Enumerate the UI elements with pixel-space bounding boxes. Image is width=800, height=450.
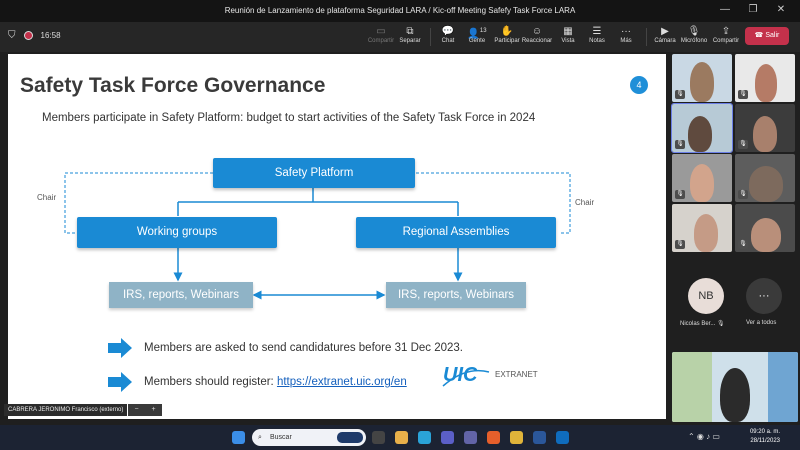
more-icon: ··· <box>758 290 770 302</box>
minimize-icon[interactable]: — <box>714 2 736 18</box>
firefox-icon[interactable] <box>487 431 500 444</box>
taskbar-search[interactable]: ⌕ Buscar <box>252 429 366 446</box>
share-button[interactable]: ⇪ Compartir <box>709 25 743 51</box>
phone-icon: ☎ <box>754 32 766 39</box>
teams-app-icon[interactable] <box>464 431 477 444</box>
people-icon: 👤13 <box>467 28 487 40</box>
window-title: Reunión de Lanzamiento de plataforma Seg… <box>224 6 576 15</box>
bullet-candidatures: Members are asked to send candidatures b… <box>108 338 463 358</box>
avatar[interactable]: NB <box>688 278 724 314</box>
search-icon: ⌕ <box>258 434 262 441</box>
mic-off-icon: 🎙 <box>738 140 748 149</box>
see-all-button[interactable]: ··· <box>746 278 782 314</box>
pop-out-button[interactable]: ⧉ Separar <box>393 25 427 51</box>
recording-icon <box>23 31 33 40</box>
teams-icon[interactable] <box>441 431 454 444</box>
pop-out-icon: ⧉ <box>406 26 414 37</box>
avatar-name: Nicolas Ber... 🎙 <box>680 321 725 327</box>
uic-extranet-logo: UIC EXTRANET <box>442 364 538 387</box>
working-groups-box: Working groups <box>77 217 277 248</box>
window-titlebar: Reunión de Lanzamiento de plataforma Seg… <box>0 0 800 22</box>
mic-off-icon: 🎙 <box>738 240 748 249</box>
shield-icon: ⛉ <box>8 30 16 41</box>
video-tile[interactable]: 🎙 <box>672 204 732 252</box>
file-explorer-icon[interactable] <box>395 431 408 444</box>
bullet-register: Members should register: https://extrane… <box>108 372 407 392</box>
safety-platform-box: Safety Platform <box>213 158 415 188</box>
zoom-in-icon[interactable]: + <box>151 404 155 416</box>
raise-hand-button[interactable]: ✋ Participar <box>490 25 524 51</box>
video-tile[interactable]: 🎙 <box>735 54 795 102</box>
see-all-label: Ver a todos <box>746 320 777 326</box>
task-view-icon[interactable] <box>372 431 385 444</box>
chair-label-left: Chair <box>37 193 57 202</box>
os-taskbar: ⌃ ◉ ♪ ▭ <box>0 425 800 450</box>
close-icon[interactable]: ✕ <box>770 2 792 18</box>
mic-off-icon: 🎙 <box>738 190 748 199</box>
mic-off-icon: 🎙 <box>738 90 748 99</box>
speaker-video-tile[interactable] <box>672 352 798 422</box>
windows-start-icon[interactable] <box>232 431 245 444</box>
meeting-toolbar: ⛉ 16:58 ▭ Compartir ⧉ Separar 💬 Chat 👤13 Gen… <box>0 22 800 52</box>
mic-off-icon: 🎙 <box>675 240 685 249</box>
video-tile[interactable]: 🎙 <box>672 54 732 102</box>
raise-hand-icon: ✋ <box>500 26 514 37</box>
sener-badge <box>337 432 363 443</box>
mic-off-icon: 🎙 <box>675 140 685 149</box>
mic-off-icon: 🎙 <box>675 190 685 199</box>
system-tray-icons[interactable]: ⌃ ◉ ♪ ▭ <box>688 432 720 441</box>
chrome-icon[interactable] <box>510 431 523 444</box>
regional-assemblies-box: Regional Assemblies <box>356 217 556 248</box>
word-icon[interactable] <box>533 431 546 444</box>
microphone-button[interactable]: 🎙 Micrófono <box>677 25 711 51</box>
output-box-left: IRS, reports, Webinars <box>109 282 253 308</box>
arrow-bullet-icon <box>108 372 132 392</box>
meeting-timer: 16:58 <box>40 31 61 40</box>
people-button[interactable]: 👤13 Gente <box>460 25 494 51</box>
leave-button[interactable]: ☎ Salir <box>745 27 789 45</box>
presenter-name-label: CABRERA JERONIMO Francisco (externo) <box>4 404 128 416</box>
zoom-controls: − + <box>128 404 162 416</box>
mic-off-icon: 🎙 <box>687 26 701 37</box>
more-icon: ··· <box>621 26 631 37</box>
participant-gallery: 🎙 🎙 🎙 🎙 🎙 🎙 🎙 🎙 NB Nicolas Ber... 🎙 ··· … <box>670 54 800 424</box>
zoom-out-icon[interactable]: − <box>134 404 138 416</box>
mic-off-icon: 🎙 <box>717 321 725 327</box>
more-button[interactable]: ··· Más <box>609 25 643 51</box>
video-tile[interactable]: 🎙 <box>672 154 732 202</box>
edge-icon[interactable] <box>418 431 431 444</box>
react-button[interactable]: ☺ Reaccionar <box>520 25 554 51</box>
taskbar-clock[interactable]: 09:20 a. m. 28/11/2023 <box>744 428 780 446</box>
arrow-bullet-icon <box>108 338 132 358</box>
video-tile[interactable]: 🎙 <box>735 154 795 202</box>
mic-off-icon: 🎙 <box>675 90 685 99</box>
restore-icon[interactable]: ❐ <box>742 2 764 18</box>
chair-label-right: Chair <box>575 198 595 207</box>
video-tile[interactable]: 🎙 <box>735 104 795 152</box>
shared-content-stage: Safety Task Force Governance 4 Members p… <box>8 54 666 419</box>
share-icon: ⇪ <box>721 26 731 37</box>
video-tile[interactable]: 🎙 <box>735 204 795 252</box>
video-tile[interactable]: 🎙 <box>671 103 733 153</box>
outlook-icon[interactable] <box>556 431 569 444</box>
extranet-link[interactable]: https://extranet.uic.org/en <box>277 376 407 388</box>
output-box-right: IRS, reports, Webinars <box>386 282 526 308</box>
smiley-icon: ☺ <box>531 26 543 37</box>
